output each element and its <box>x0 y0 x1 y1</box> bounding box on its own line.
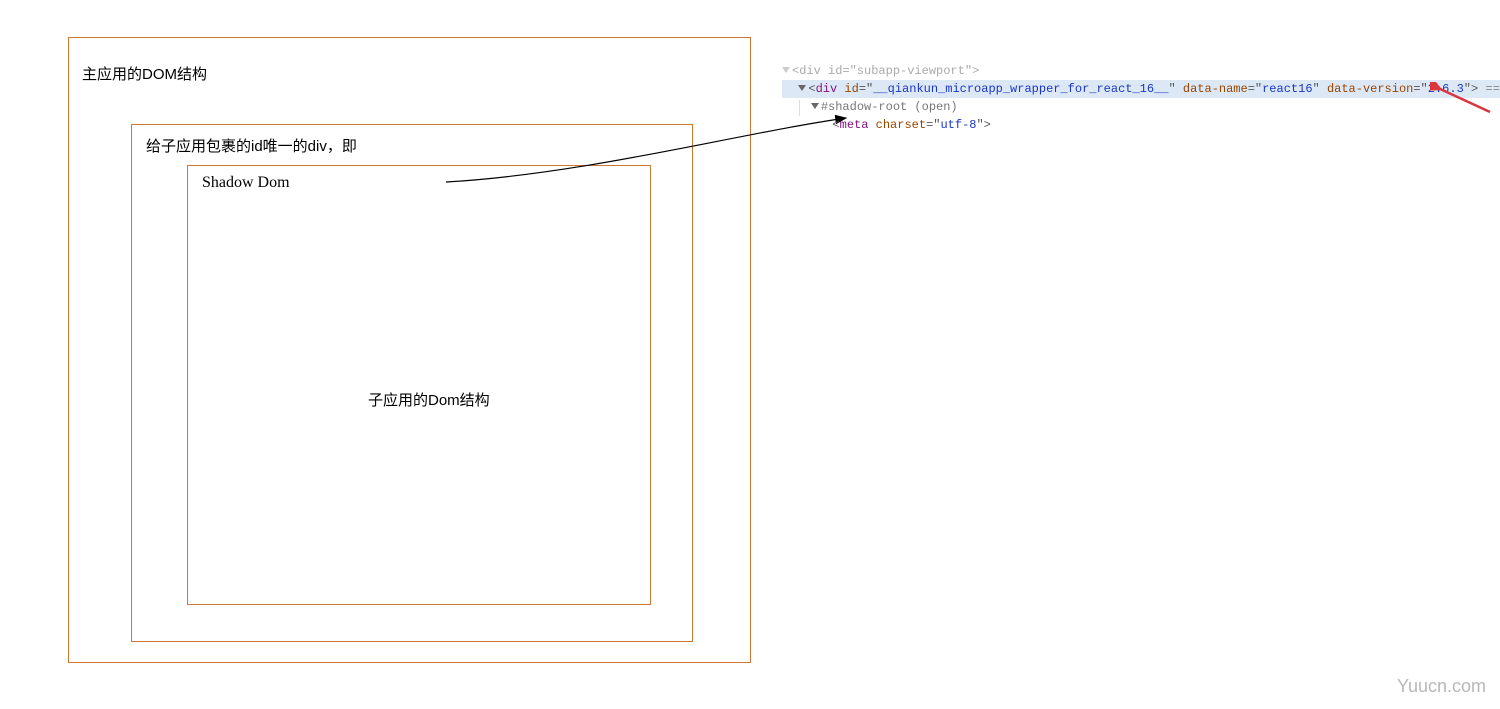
child-app-label: 子应用的Dom结构 <box>368 389 490 410</box>
code-line-0: <div id="subapp-viewport"> <box>782 62 1500 80</box>
outer-app-label: 主应用的DOM结构 <box>82 63 207 84</box>
code-line-3: <meta charset="utf-8"> <box>782 116 1500 134</box>
devtools-html-snippet: <div id="subapp-viewport"> <div id="__qi… <box>782 62 1500 134</box>
shadow-dom-title: Shadow Dom <box>202 174 290 192</box>
wrapper-div-label: 给子应用包裹的id唯一的div，即 <box>146 135 357 156</box>
code-line-2: #shadow-root (open) <box>782 98 1500 116</box>
code-line-highlighted[interactable]: <div id="__qiankun_microapp_wrapper_for_… <box>782 80 1500 98</box>
watermark: Yuucn.com <box>1397 676 1486 697</box>
caret-icon <box>811 103 819 109</box>
shadow-dom-box <box>187 165 651 605</box>
diagram-container: 主应用的DOM结构 给子应用包裹的id唯一的div，即 Shadow Dom 子… <box>68 37 751 663</box>
caret-icon <box>782 67 790 73</box>
tree-guide-line <box>799 100 800 116</box>
caret-icon <box>798 85 806 91</box>
